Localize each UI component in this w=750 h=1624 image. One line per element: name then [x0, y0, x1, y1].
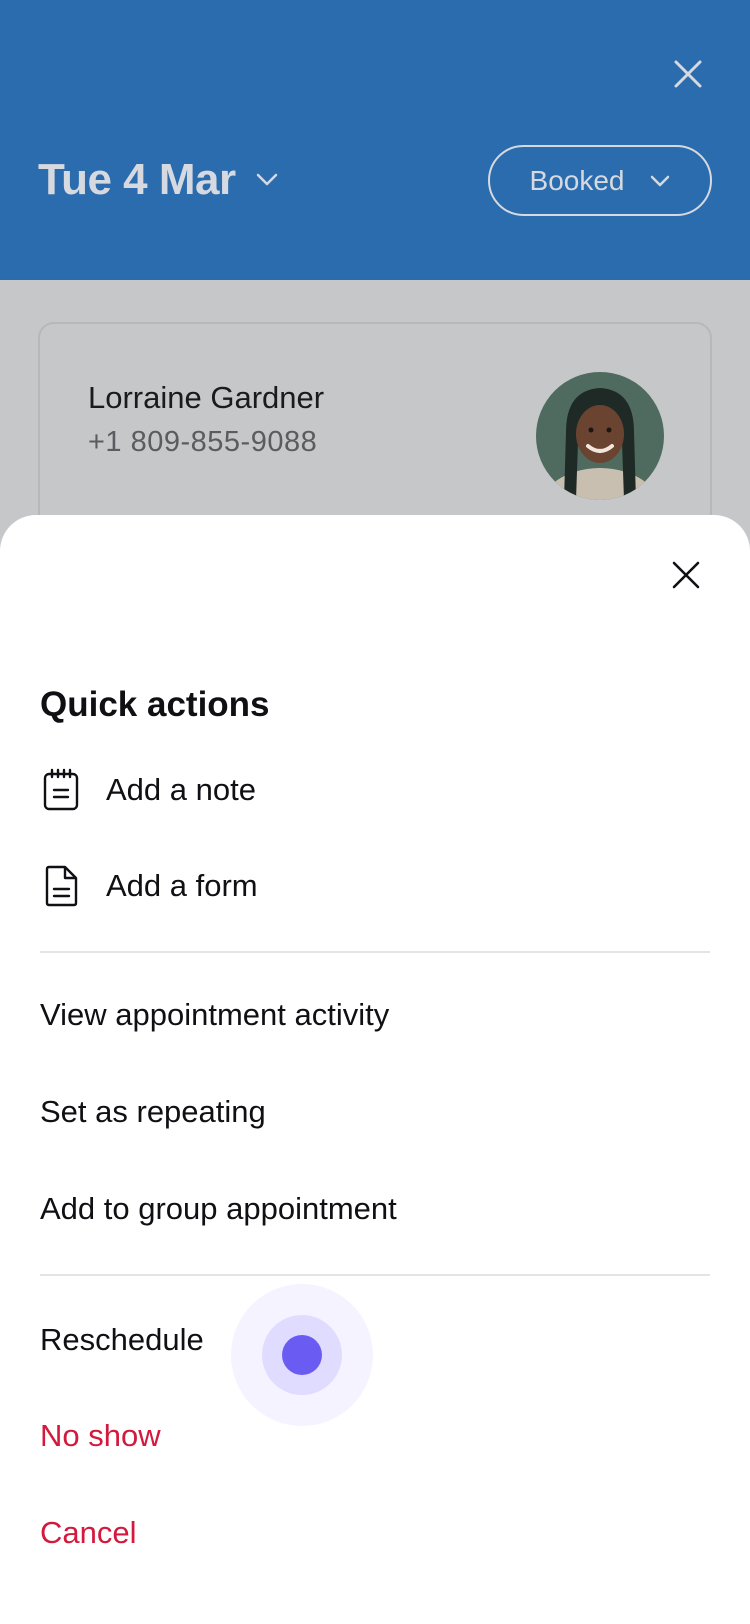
sheet-title: Quick actions: [40, 685, 270, 724]
header-close-button[interactable]: [666, 52, 710, 96]
client-phone: +1 809-855-9088: [88, 426, 318, 458]
add-note-button[interactable]: Add a note: [40, 760, 256, 820]
cancel-button[interactable]: Cancel: [40, 1503, 137, 1563]
sheet-close-button[interactable]: [664, 553, 708, 597]
divider: [40, 951, 710, 953]
touch-dot: [282, 1335, 322, 1375]
cancel-label: Cancel: [40, 1515, 137, 1550]
set-repeating-label: Set as repeating: [40, 1094, 266, 1129]
add-to-group-label: Add to group appointment: [40, 1191, 397, 1226]
no-show-label: No show: [40, 1418, 161, 1453]
appointment-header: Tue 4 Mar Booked: [0, 0, 750, 280]
touch-ripple: [262, 1315, 342, 1395]
avatar-image: [536, 372, 664, 500]
date-label: Tue 4 Mar: [38, 155, 236, 204]
document-icon: [40, 863, 82, 909]
notepad-icon: [40, 767, 82, 813]
view-activity-label: View appointment activity: [40, 997, 390, 1032]
chevron-down-icon: [651, 175, 670, 186]
view-activity-button[interactable]: View appointment activity: [40, 985, 389, 1045]
avatar: [536, 372, 664, 500]
date-selector[interactable]: Tue 4 Mar: [38, 148, 278, 212]
quick-actions-sheet: Quick actions Add a note Add a form View…: [0, 515, 750, 1624]
add-to-group-button[interactable]: Add to group appointment: [40, 1179, 397, 1239]
divider: [40, 1274, 710, 1276]
close-icon: [672, 561, 700, 589]
no-show-button[interactable]: No show: [40, 1406, 161, 1466]
add-form-button[interactable]: Add a form: [40, 856, 258, 916]
set-repeating-button[interactable]: Set as repeating: [40, 1082, 266, 1142]
add-form-label: Add a form: [106, 868, 258, 903]
client-name: Lorraine Gardner: [88, 380, 325, 415]
chevron-down-icon: [256, 173, 277, 186]
status-label: Booked: [529, 164, 625, 196]
reschedule-button[interactable]: Reschedule: [40, 1310, 204, 1370]
touch-indicator: [231, 1284, 373, 1426]
add-note-label: Add a note: [106, 772, 256, 807]
reschedule-label: Reschedule: [40, 1322, 204, 1357]
close-icon: [674, 60, 702, 88]
appointment-screen: Tue 4 Mar Booked Lorraine Gardner +1 809…: [0, 0, 750, 1624]
status-dropdown[interactable]: Booked: [488, 145, 712, 216]
